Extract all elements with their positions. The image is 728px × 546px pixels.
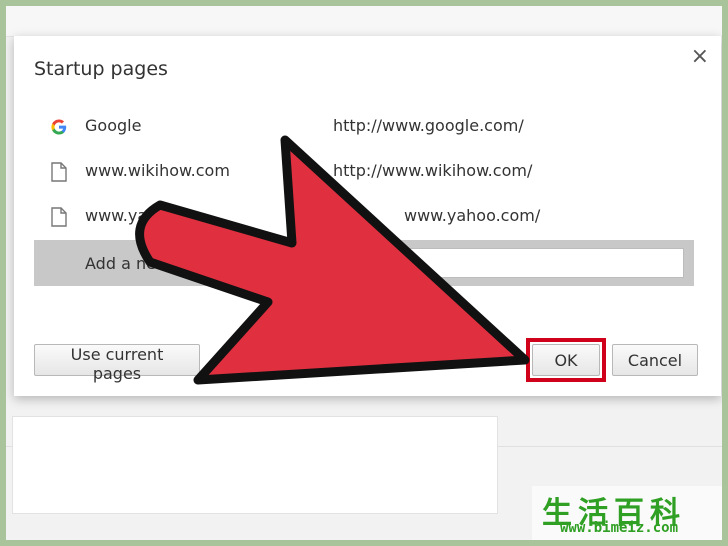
add-new-page-label: Add a new bbox=[85, 254, 170, 273]
watermark: 生活百科 www.bimeiz.com bbox=[532, 486, 722, 540]
startup-page-url: http://www.wikihow.com/ bbox=[333, 161, 533, 180]
startup-page-name: www.wikihow.com bbox=[85, 161, 230, 180]
app-background: Startup pages × Google http://www.google… bbox=[6, 6, 722, 540]
startup-page-name: www.ya bbox=[85, 206, 148, 225]
startup-pages-dialog: Startup pages × Google http://www.google… bbox=[14, 36, 721, 396]
startup-page-row[interactable]: www.wikihow.com http://www.wikihow.com/ bbox=[34, 153, 694, 193]
ok-button[interactable]: OK bbox=[532, 344, 600, 376]
startup-page-row[interactable]: Google http://www.google.com/ bbox=[34, 108, 694, 148]
background-header bbox=[6, 6, 722, 37]
startup-page-url: http://www.google.com/ bbox=[333, 116, 524, 135]
watermark-url: www.bimeiz.com bbox=[560, 520, 679, 536]
background-panel bbox=[12, 416, 498, 514]
page-icon bbox=[51, 207, 67, 227]
startup-page-row[interactable]: www.ya www.yahoo.com/ bbox=[34, 198, 694, 238]
close-icon[interactable]: × bbox=[691, 46, 709, 68]
use-current-pages-button[interactable]: Use current pages bbox=[34, 344, 200, 383]
startup-page-name: Google bbox=[85, 116, 142, 135]
cancel-button[interactable]: Cancel bbox=[612, 344, 698, 376]
add-new-page-row: Add a new bbox=[34, 240, 694, 286]
page-icon bbox=[51, 162, 67, 182]
dialog-title: Startup pages bbox=[34, 58, 168, 80]
startup-page-url: www.yahoo.com/ bbox=[404, 206, 541, 225]
google-icon bbox=[51, 119, 67, 135]
add-new-page-input[interactable] bbox=[404, 248, 684, 278]
